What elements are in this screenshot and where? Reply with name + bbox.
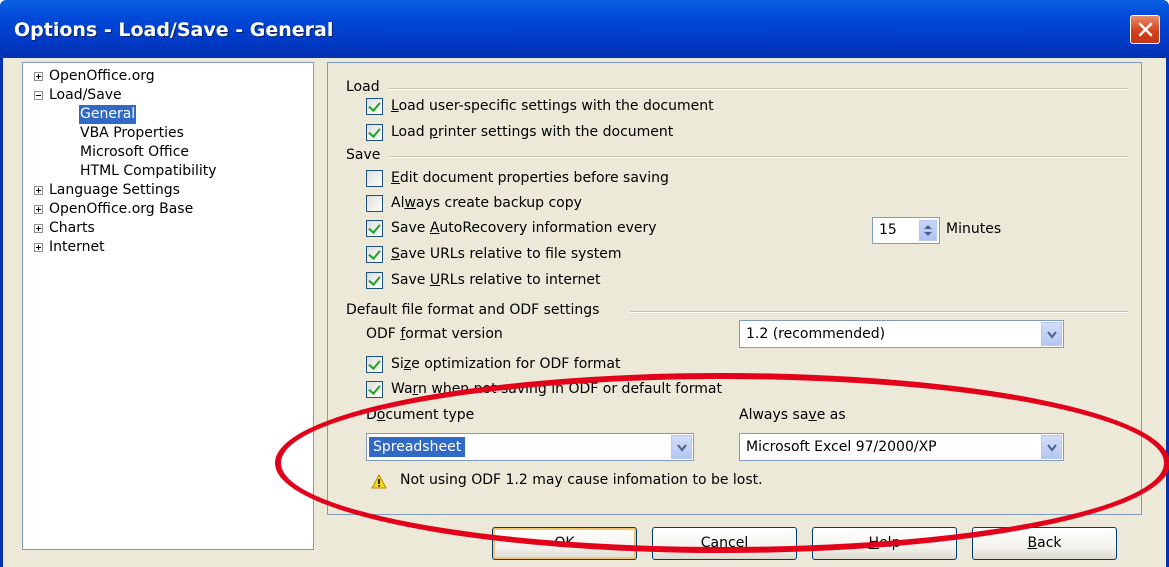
tree-item-charts[interactable]: Charts [23, 219, 313, 238]
default-format-heading: Default file format and ODF settings [346, 302, 600, 318]
chevron-down-icon [1047, 331, 1057, 339]
odf-version-dropdown[interactable]: 1.2 (recommended) [739, 320, 1064, 348]
expand-plus-icon[interactable] [34, 186, 43, 195]
edit-properties-label[interactable]: Edit document properties before saving [391, 169, 669, 187]
load-printer-settings-checkbox[interactable] [366, 124, 383, 141]
always-save-as-dropdown[interactable]: Microsoft Excel 97/2000/XP [739, 433, 1064, 461]
tree-item-label: VBA Properties [80, 125, 184, 141]
tree-item-label: Charts [49, 220, 95, 236]
dropdown-arrow-button[interactable] [671, 435, 692, 459]
load-printer-settings-label[interactable]: Load printer settings with the document [391, 123, 673, 141]
urls-file-system-checkbox[interactable] [366, 246, 383, 263]
title-bar: Options - Load/Save - General [0, 0, 1169, 58]
group-divider [388, 156, 1128, 158]
tree-item-label: OpenOffice.org Base [49, 201, 194, 217]
chevron-down-icon [1047, 444, 1057, 452]
urls-file-system-label[interactable]: Save URLs relative to file system [391, 245, 621, 263]
cancel-button[interactable]: Cancel [652, 527, 797, 560]
tree-item-general[interactable]: General [23, 105, 313, 124]
load-user-settings-label[interactable]: Load user-specific settings with the doc… [391, 97, 714, 115]
dropdown-arrow-button[interactable] [1041, 435, 1062, 459]
load-user-settings-checkbox[interactable] [366, 98, 383, 115]
tree-item-language-settings[interactable]: Language Settings [23, 181, 313, 200]
odf-warning-text: Not using ODF 1.2 may cause infomation t… [400, 472, 763, 488]
backup-copy-label[interactable]: Always create backup copy [391, 194, 582, 212]
backup-copy-checkbox[interactable] [366, 195, 383, 212]
collapse-minus-icon[interactable] [34, 91, 43, 100]
back-button[interactable]: Back [972, 527, 1117, 560]
tree-item-label: Internet [49, 239, 105, 255]
warn-not-odf-label[interactable]: Warn when not saving in ODF or default f… [391, 380, 722, 398]
tree-item-openoffice[interactable]: OpenOffice.org [23, 67, 313, 86]
document-type-value: Spreadsheet [369, 437, 466, 457]
tree-item-label: OpenOffice.org [49, 68, 155, 84]
close-button[interactable] [1130, 15, 1160, 44]
tree-item-microsoft-office[interactable]: Microsoft Office [23, 143, 313, 162]
size-optimization-label[interactable]: Size optimization for ODF format [391, 355, 620, 373]
odf-version-value: 1.2 (recommended) [746, 326, 886, 342]
autorecovery-minutes-spinner[interactable]: 15 [872, 217, 940, 244]
warning-icon [371, 474, 387, 489]
tree-item-label: Load/Save [49, 87, 122, 103]
group-divider [388, 88, 1128, 90]
tree-item-label: Microsoft Office [80, 144, 190, 160]
expand-plus-icon[interactable] [34, 72, 43, 81]
expand-plus-icon[interactable] [34, 205, 43, 214]
always-save-as-value: Microsoft Excel 97/2000/XP [746, 439, 937, 455]
edit-properties-checkbox[interactable] [366, 170, 383, 187]
tree-item-base[interactable]: OpenOffice.org Base [23, 200, 313, 219]
autorecovery-checkbox[interactable] [366, 220, 383, 237]
expand-plus-icon[interactable] [34, 224, 43, 233]
tree-item-load-save[interactable]: Load/Save [23, 86, 313, 105]
close-icon [1138, 22, 1153, 37]
minutes-label: Minutes [946, 221, 1002, 237]
spinner-buttons[interactable] [919, 220, 937, 241]
chevron-down-icon [677, 444, 687, 452]
tree-item-label: General [79, 105, 137, 124]
tree-item-vba-properties[interactable]: VBA Properties [23, 124, 313, 143]
tree-item-label: Language Settings [49, 182, 180, 198]
tree-item-internet[interactable]: Internet [23, 238, 313, 257]
size-optimization-checkbox[interactable] [366, 356, 383, 373]
load-heading: Load [346, 79, 380, 95]
always-save-as-label: Always save as [739, 407, 846, 423]
group-divider [630, 311, 1128, 313]
expand-plus-icon[interactable] [34, 243, 43, 252]
options-tree[interactable]: OpenOffice.org Load/Save General VBA Pro… [22, 62, 314, 550]
save-heading: Save [346, 147, 381, 163]
odf-version-label: ODF format version [366, 326, 503, 342]
spin-up-down-icon[interactable] [920, 221, 936, 240]
window-title: Options - Load/Save - General [14, 19, 334, 41]
tree-item-label: HTML Compatibility [80, 163, 217, 179]
autorecovery-label[interactable]: Save AutoRecovery information every [391, 219, 657, 237]
ok-button[interactable]: OK [492, 527, 637, 560]
dropdown-arrow-button[interactable] [1041, 322, 1062, 346]
help-button[interactable]: Help [812, 527, 957, 560]
document-type-dropdown[interactable]: Spreadsheet [366, 433, 694, 461]
autorecovery-minutes-value[interactable]: 15 [879, 222, 897, 238]
document-type-label: Document type [366, 407, 475, 423]
tree-item-html-compatibility[interactable]: HTML Compatibility [23, 162, 313, 181]
urls-internet-checkbox[interactable] [366, 272, 383, 289]
warn-not-odf-checkbox[interactable] [366, 381, 383, 398]
urls-internet-label[interactable]: Save URLs relative to internet [391, 271, 600, 289]
